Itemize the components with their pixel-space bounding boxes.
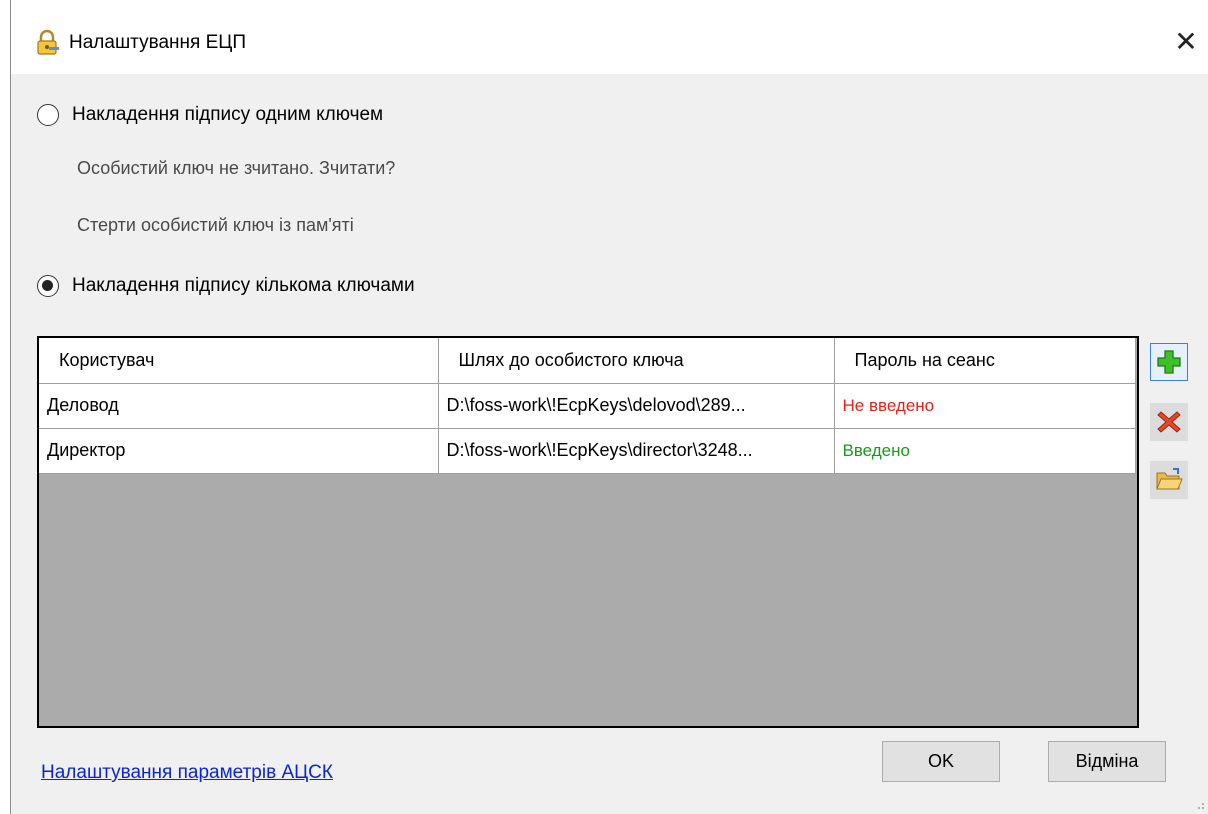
table-row[interactable]: Деловод D:\foss-work\!EcpKeys\delovod\28… <box>39 383 1136 429</box>
settings-dialog: Налаштування ЕЦП ✕ Накладення підпису од… <box>10 0 1208 814</box>
column-header-session-password[interactable]: Пароль на сеанс <box>834 338 1136 384</box>
red-x-icon <box>1157 411 1181 433</box>
cancel-button[interactable]: Відміна <box>1048 741 1166 782</box>
close-button[interactable]: ✕ <box>1163 18 1208 64</box>
cell-password-status[interactable]: Не введено <box>834 383 1136 429</box>
multi-key-label: Накладення підпису кількома ключами <box>72 275 415 296</box>
multi-key-radio[interactable] <box>37 275 59 297</box>
cell-password-status[interactable]: Введено <box>834 428 1136 474</box>
cell-key-path[interactable]: D:\foss-work\!EcpKeys\director\3248... <box>438 428 835 474</box>
green-plus-icon <box>1157 350 1181 374</box>
asck-settings-link[interactable]: Налаштування параметрів АЦСК <box>41 762 333 784</box>
single-key-radio[interactable] <box>37 104 59 126</box>
table-row[interactable]: Директор D:\foss-work\!EcpKeys\director\… <box>39 428 1136 474</box>
lock-key-icon <box>37 29 59 55</box>
erase-key-link[interactable]: Стерти особистий ключ із пам'яті <box>77 215 354 236</box>
single-key-label: Накладення підпису одним ключем <box>72 104 384 125</box>
title-bar: Налаштування ЕЦП ✕ <box>11 0 1208 74</box>
column-header-user[interactable]: Користувач <box>39 338 439 384</box>
read-key-link[interactable]: Особистий ключ не зчитано. Зчитати? <box>77 158 395 179</box>
dialog-title: Налаштування ЕЦП <box>69 32 246 53</box>
close-icon: ✕ <box>1174 25 1198 57</box>
resize-grip-icon[interactable] <box>1193 798 1205 810</box>
keys-grid[interactable]: Користувач Шлях до особистого ключа Паро… <box>37 336 1139 728</box>
open-key-file-button[interactable] <box>1150 461 1188 499</box>
keys-table: Користувач Шлях до особистого ключа Паро… <box>39 338 1136 474</box>
add-key-button[interactable] <box>1150 343 1188 381</box>
open-folder-icon <box>1156 468 1183 490</box>
remove-key-button[interactable] <box>1150 403 1188 441</box>
cell-user[interactable]: Директор <box>39 428 439 474</box>
column-header-key-path[interactable]: Шлях до особистого ключа <box>438 338 835 384</box>
single-key-option[interactable]: Накладення підпису одним ключем <box>37 104 383 126</box>
cell-user[interactable]: Деловод <box>39 383 439 429</box>
multi-key-option[interactable]: Накладення підпису кількома ключами <box>37 275 415 297</box>
ok-button[interactable]: OK <box>882 741 1000 782</box>
cell-key-path[interactable]: D:\foss-work\!EcpKeys\delovod\289... <box>438 383 835 429</box>
table-header-row: Користувач Шлях до особистого ключа Паро… <box>39 338 1136 384</box>
